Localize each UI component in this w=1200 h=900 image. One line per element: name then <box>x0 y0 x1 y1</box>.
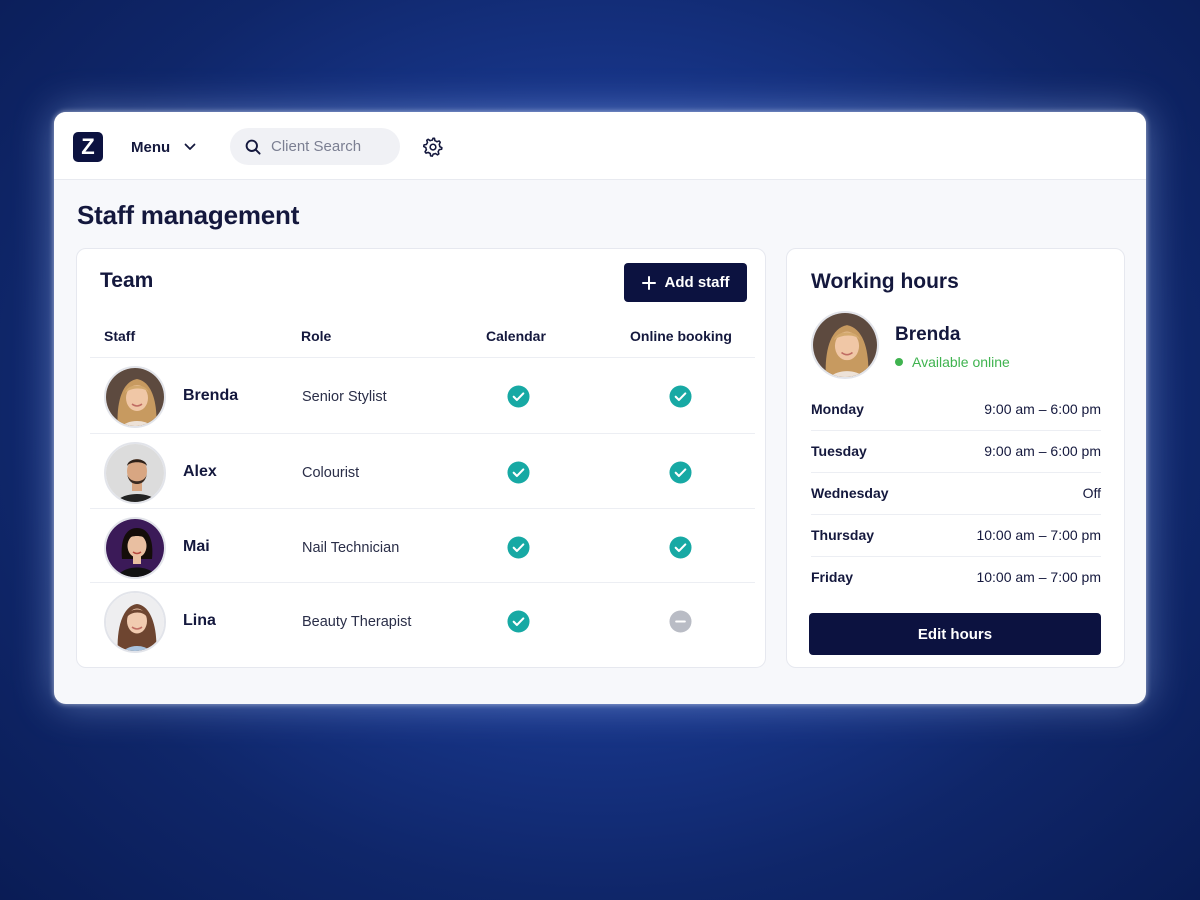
working-hours-card: Working hours Brenda Available online Mo… <box>786 248 1125 668</box>
search-input[interactable] <box>271 138 391 155</box>
add-staff-button[interactable]: Add staff <box>624 263 747 302</box>
staff-role: Colourist <box>302 465 360 481</box>
table-row[interactable]: Lina Beauty Therapist <box>90 582 755 657</box>
availability-status: Available online <box>895 354 1010 370</box>
table-row[interactable]: Brenda Senior Stylist <box>90 357 755 432</box>
working-hours-title: Working hours <box>811 270 959 293</box>
staff-name: Mai <box>183 538 210 555</box>
schedule-hours: Off <box>1082 485 1101 501</box>
table-row[interactable]: Mai Nail Technician <box>90 508 755 583</box>
schedule-hours: 10:00 am – 7:00 pm <box>976 527 1101 543</box>
check-circle-icon[interactable] <box>669 536 692 559</box>
column-header-calendar[interactable]: Calendar <box>486 328 546 344</box>
menu-label: Menu <box>131 138 171 156</box>
team-card: Team Add staff Staff Role Calendar Onlin… <box>76 248 766 668</box>
schedule-row-tuesday: Tuesday 9:00 am – 6:00 pm <box>811 430 1101 472</box>
check-circle-icon[interactable] <box>507 461 530 484</box>
staff-role: Nail Technician <box>302 540 400 556</box>
avatar <box>104 366 166 428</box>
menu-button[interactable]: Menu <box>131 136 196 158</box>
avatar <box>104 591 166 653</box>
client-search[interactable] <box>230 128 400 165</box>
app-logo[interactable]: Z <box>73 132 103 162</box>
selected-staff-name: Brenda <box>895 324 961 345</box>
gear-icon[interactable] <box>422 136 444 158</box>
schedule-day: Monday <box>811 401 864 417</box>
schedule-row-thursday: Thursday 10:00 am – 7:00 pm <box>811 514 1101 556</box>
search-icon <box>245 139 261 155</box>
check-circle-icon[interactable] <box>507 385 530 408</box>
schedule-row-wednesday: Wednesday Off <box>811 472 1101 514</box>
schedule-row-monday: Monday 9:00 am – 6:00 pm <box>811 388 1101 430</box>
schedule-hours: 10:00 am – 7:00 pm <box>976 569 1101 585</box>
check-circle-icon[interactable] <box>669 461 692 484</box>
table-row[interactable]: Alex Colourist <box>90 433 755 508</box>
chevron-down-icon <box>184 143 196 150</box>
app-window: Z Menu Staff management Team <box>54 112 1146 704</box>
staff-role: Senior Stylist <box>302 389 387 405</box>
column-header-staff[interactable]: Staff <box>104 328 135 344</box>
schedule-day: Thursday <box>811 527 875 543</box>
staff-name: Brenda <box>183 387 239 404</box>
column-header-online-booking[interactable]: Online booking <box>630 328 732 344</box>
edit-hours-button[interactable]: Edit hours <box>809 613 1101 655</box>
add-staff-label: Add staff <box>664 274 730 291</box>
plus-icon <box>641 275 656 290</box>
avatar <box>104 517 166 579</box>
status-dot-icon <box>895 358 903 366</box>
availability-label: Available online <box>912 354 1010 370</box>
column-header-role[interactable]: Role <box>301 328 331 344</box>
check-circle-icon[interactable] <box>669 385 692 408</box>
schedule-row-friday: Friday 10:00 am – 7:00 pm <box>811 556 1101 598</box>
schedule-day: Friday <box>811 569 854 585</box>
staff-role: Beauty Therapist <box>302 614 412 630</box>
page-title: Staff management <box>77 200 300 230</box>
schedule-day: Tuesday <box>811 443 867 459</box>
check-circle-icon[interactable] <box>507 536 530 559</box>
top-bar: Z Menu <box>54 112 1146 180</box>
schedule-day: Wednesday <box>811 485 889 501</box>
avatar <box>811 311 879 379</box>
staff-name: Alex <box>183 463 217 480</box>
team-title: Team <box>100 269 154 292</box>
minus-circle-icon[interactable] <box>669 610 692 633</box>
avatar <box>104 442 166 504</box>
schedule-hours: 9:00 am – 6:00 pm <box>984 443 1101 459</box>
schedule-hours: 9:00 am – 6:00 pm <box>984 401 1101 417</box>
check-circle-icon[interactable] <box>507 610 530 633</box>
staff-name: Lina <box>183 612 216 629</box>
